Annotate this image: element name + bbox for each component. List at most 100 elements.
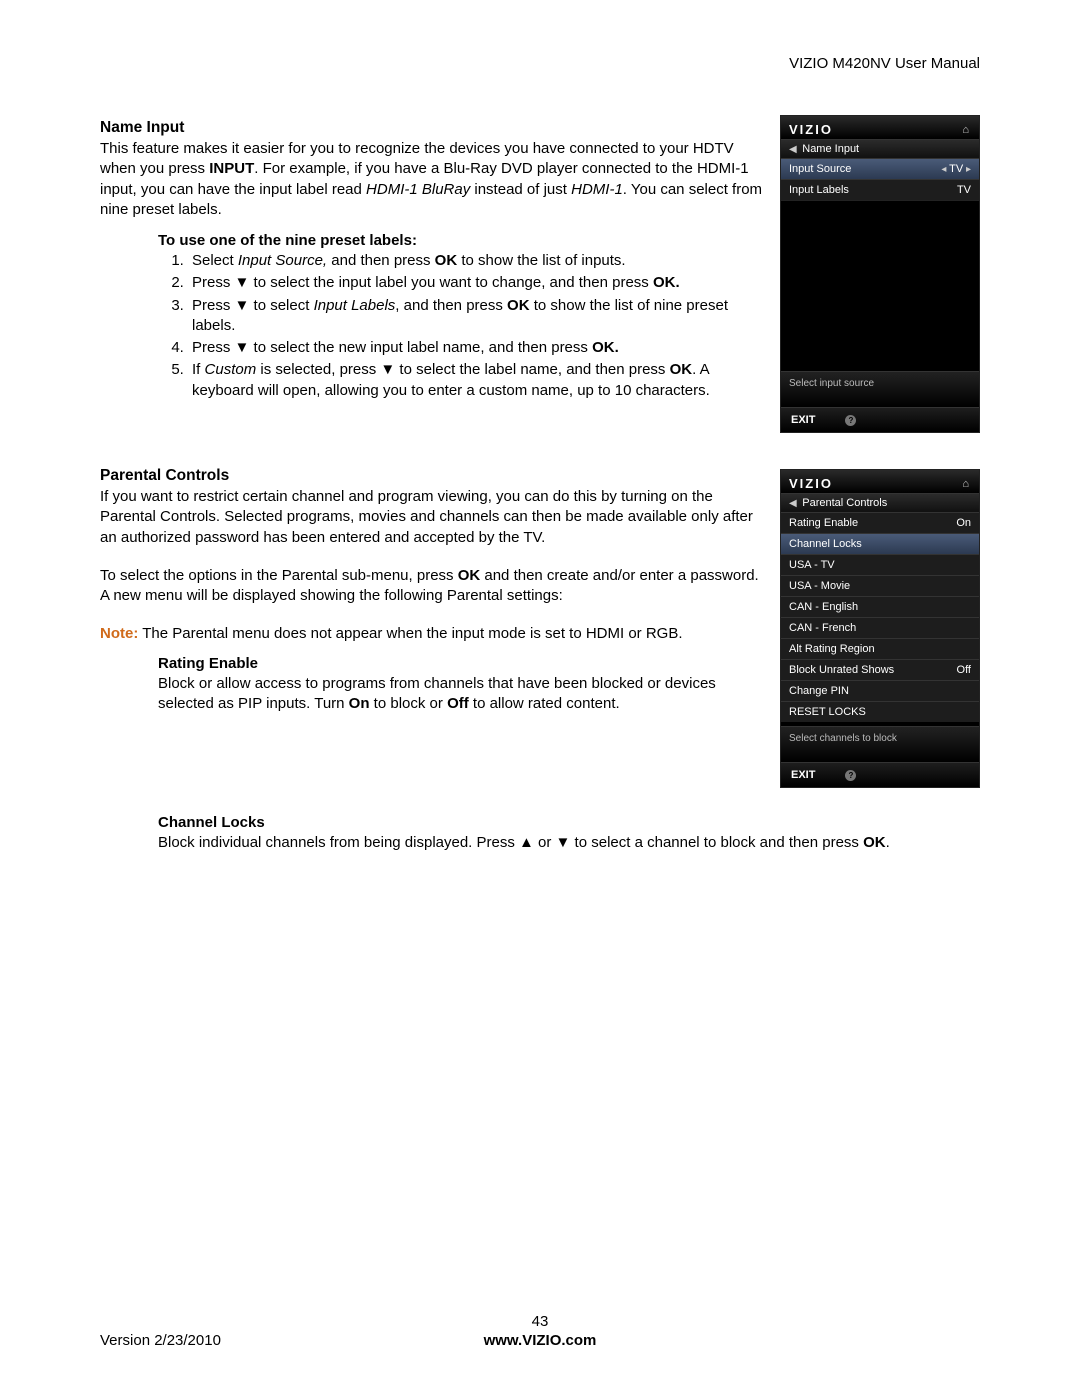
osd-row[interactable]: CAN - French xyxy=(781,617,979,638)
text: to allow rated content. xyxy=(469,695,620,712)
text-italic: Input Labels xyxy=(314,297,396,314)
row-label: Channel Locks xyxy=(789,538,862,550)
osd-row[interactable]: Alt Rating Region xyxy=(781,638,979,659)
row-value-wrap: ◂ TV ▸ xyxy=(941,163,971,175)
chevron-left-icon: ◀ xyxy=(789,144,802,155)
subsection-channel-locks: Channel Locks Block individual channels … xyxy=(158,814,980,853)
osd-exit[interactable]: EXIT xyxy=(791,769,815,781)
text: To select the options in the Parental su… xyxy=(100,567,458,584)
text: is selected, press ▼ to select the label… xyxy=(256,361,669,378)
paragraph: Block individual channels from being dis… xyxy=(158,833,980,853)
text: Block individual channels from being dis… xyxy=(158,834,863,851)
text: to show the list of inputs. xyxy=(457,252,625,269)
text-bold: OK xyxy=(507,297,530,314)
osd-brand-row: VIZIO ⌂ xyxy=(781,470,979,493)
osd-row[interactable]: CAN - English xyxy=(781,596,979,617)
heading-name-input: Name Input xyxy=(100,119,768,137)
text: Select xyxy=(192,252,238,269)
osd-row[interactable]: USA - Movie xyxy=(781,575,979,596)
heading-channel-locks: Channel Locks xyxy=(158,814,980,831)
osd-name-input-col: VIZIO ⌂ ◀ Name Input Input Source ◂ TV ▸… xyxy=(780,115,980,453)
osd-parental: VIZIO ⌂ ◀ Parental Controls Rating Enabl… xyxy=(780,469,980,788)
heading-rating-enable: Rating Enable xyxy=(158,655,768,672)
row-label: Alt Rating Region xyxy=(789,643,875,655)
row-label: Change PIN xyxy=(789,685,849,697)
heading-parental: Parental Controls xyxy=(100,467,768,485)
paragraph: This feature makes it easier for you to … xyxy=(100,139,768,220)
osd-row[interactable]: Channel Locks xyxy=(781,533,979,554)
text: and then press xyxy=(327,252,435,269)
step-2: Press ▼ to select the input label you wa… xyxy=(188,273,768,293)
text: Press ▼ to select the input label you wa… xyxy=(192,274,653,291)
section-name-input-wrap: Name Input This feature makes it easier … xyxy=(100,115,980,453)
text-italic: HDMI-1 xyxy=(571,181,623,198)
footer-center: 43 www.VIZIO.com xyxy=(100,1313,980,1349)
page-number: 43 xyxy=(532,1313,549,1330)
row-label: Block Unrated Shows xyxy=(789,664,894,676)
row-label: USA - TV xyxy=(789,559,835,571)
chevron-right-icon: ▸ xyxy=(963,164,971,175)
step-3: Press ▼ to select Input Labels, and then… xyxy=(188,296,768,337)
step-4: Press ▼ to select the new input label na… xyxy=(188,338,768,358)
osd-breadcrumb: ◀ Name Input xyxy=(781,139,979,158)
help-icon[interactable]: ? xyxy=(845,770,856,781)
chevron-left-icon: ◂ xyxy=(941,164,949,175)
home-icon: ⌂ xyxy=(962,478,971,490)
text: Press ▼ to select xyxy=(192,297,314,314)
home-icon: ⌂ xyxy=(962,124,971,136)
osd-exit[interactable]: EXIT xyxy=(791,414,815,426)
text: to block or xyxy=(370,695,448,712)
row-label: Rating Enable xyxy=(789,517,858,529)
row-label: RESET LOCKS xyxy=(789,706,866,718)
row-value: TV xyxy=(949,163,963,175)
gap xyxy=(100,453,980,463)
osd-breadcrumb: ◀ Parental Controls xyxy=(781,493,979,512)
osd-name-input: VIZIO ⌂ ◀ Name Input Input Source ◂ TV ▸… xyxy=(780,115,980,433)
osd-row[interactable]: Change PIN xyxy=(781,680,979,701)
osd-hint: Select channels to block xyxy=(781,726,979,762)
section-parental: Parental Controls If you want to restric… xyxy=(100,463,768,716)
text-bold: OK xyxy=(458,567,481,584)
manual-page: VIZIO M420NV User Manual Name Input This… xyxy=(0,0,1080,1397)
row-value: TV xyxy=(957,184,971,196)
breadcrumb-label: Parental Controls xyxy=(802,497,887,509)
osd-brand: VIZIO xyxy=(789,476,833,491)
breadcrumb-label: Name Input xyxy=(802,143,859,155)
text-italic: Custom xyxy=(205,361,257,378)
osd-brand: VIZIO xyxy=(789,122,833,137)
help-icon[interactable]: ? xyxy=(845,415,856,426)
row-label: CAN - English xyxy=(789,601,858,613)
site-url: www.VIZIO.com xyxy=(100,1332,980,1349)
paragraph: If you want to restrict certain channel … xyxy=(100,487,768,548)
row-label: USA - Movie xyxy=(789,580,850,592)
osd-row[interactable]: USA - TV xyxy=(781,554,979,575)
chevron-left-icon: ◀ xyxy=(789,498,802,509)
osd-row[interactable]: Block Unrated ShowsOff xyxy=(781,659,979,680)
steps-intro: To use one of the nine preset labels: xyxy=(158,232,768,249)
osd-spacer xyxy=(781,200,979,371)
osd-row[interactable]: RESET LOCKS xyxy=(781,701,979,722)
row-label: Input Labels xyxy=(789,184,849,196)
text-bold: Off xyxy=(447,695,469,712)
text-bold: INPUT xyxy=(209,160,254,177)
osd-row-input-labels[interactable]: Input Labels TV xyxy=(781,179,979,200)
text: If xyxy=(192,361,205,378)
paragraph: Block or allow access to programs from c… xyxy=(158,674,768,715)
steps-list: Select Input Source, and then press OK t… xyxy=(158,251,768,401)
osd-row-input-source[interactable]: Input Source ◂ TV ▸ xyxy=(781,158,979,179)
subsection-rating-enable: Rating Enable Block or allow access to p… xyxy=(158,655,768,715)
text-bold: OK xyxy=(435,252,458,269)
osd-footer: EXIT ? xyxy=(781,407,979,432)
osd-row[interactable]: Rating EnableOn xyxy=(781,512,979,533)
osd-footer: EXIT ? xyxy=(781,762,979,787)
section-name-input: Name Input This feature makes it easier … xyxy=(100,115,768,409)
text: . xyxy=(886,834,890,851)
text-bold: On xyxy=(349,695,370,712)
page-footer: Version 2/23/2010 43 www.VIZIO.com xyxy=(100,1332,980,1349)
note: Note: The Parental menu does not appear … xyxy=(100,624,768,644)
osd-hint: Select input source xyxy=(781,371,979,407)
note-label: Note: xyxy=(100,625,138,642)
doc-title: VIZIO M420NV User Manual xyxy=(789,55,980,72)
text-bold: OK. xyxy=(592,339,619,356)
text-bold: OK xyxy=(863,834,886,851)
